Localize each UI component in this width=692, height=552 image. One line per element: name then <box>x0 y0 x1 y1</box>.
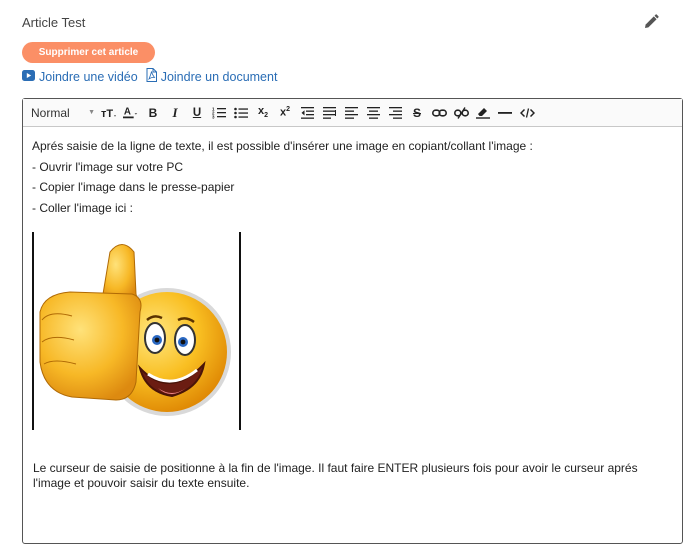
video-icon <box>22 69 35 84</box>
align-right-icon[interactable] <box>387 105 403 121</box>
align-left-icon[interactable] <box>343 105 359 121</box>
svg-text:тT: тT <box>101 108 113 120</box>
underline-icon[interactable]: U <box>189 105 205 121</box>
link-icon[interactable] <box>431 105 447 121</box>
justify-icon[interactable] <box>321 105 337 121</box>
content-line: - Ouvrir l'image sur votre PC <box>32 159 183 174</box>
edit-pencil-icon[interactable] <box>642 13 660 31</box>
ordered-list-icon[interactable]: 123 <box>211 105 227 121</box>
attach-document-link[interactable]: Joindre un document <box>146 68 278 85</box>
attach-document-label: Joindre un document <box>160 69 278 84</box>
content-line: - Copier l'image dans le presse-papier <box>32 180 235 194</box>
text-color-icon[interactable]: A <box>123 105 139 121</box>
pdf-icon <box>146 68 157 85</box>
strikethrough-icon[interactable]: S <box>409 105 425 121</box>
rich-text-editor: Normal ▼ тT A B I U 123 x2 x2 S Aprés sa… <box>22 98 683 544</box>
italic-icon[interactable]: I <box>167 105 183 121</box>
paragraph-format-value: Normal <box>31 105 70 120</box>
attach-video-link[interactable]: Joindre une vidéo <box>22 69 138 84</box>
article-title: Article Test <box>22 15 86 30</box>
pasted-image-thumbs-up-smiley[interactable] <box>32 232 241 430</box>
align-center-icon[interactable] <box>365 105 381 121</box>
unlink-icon[interactable] <box>453 105 469 121</box>
content-line: Aprés saisie de la ligne de texte, il es… <box>32 139 533 153</box>
bold-icon[interactable]: B <box>145 105 161 121</box>
code-view-icon[interactable] <box>519 105 535 121</box>
editor-content[interactable]: Aprés saisie de la ligne de texte, il es… <box>23 127 682 490</box>
subscript-icon[interactable]: x2 <box>255 105 271 121</box>
clear-format-icon[interactable] <box>475 105 491 121</box>
svg-text:A: A <box>124 107 131 118</box>
content-line: - Coller l'image ici : <box>32 200 133 215</box>
outdent-icon[interactable] <box>299 105 315 121</box>
bullet-list-icon[interactable] <box>233 105 249 121</box>
paragraph-format-select[interactable]: Normal ▼ <box>31 106 101 120</box>
chevron-down-icon: ▼ <box>88 109 95 116</box>
content-footer-text: Le curseur de saisie de positionne à la … <box>33 461 638 490</box>
horizontal-rule-icon[interactable] <box>497 105 513 121</box>
svg-text:3: 3 <box>212 115 215 120</box>
font-size-icon[interactable]: тT <box>101 105 117 121</box>
delete-article-button[interactable]: Supprimer cet article <box>22 42 155 63</box>
editor-toolbar: Normal ▼ тT A B I U 123 x2 x2 S <box>23 99 682 127</box>
superscript-icon[interactable]: x2 <box>277 105 293 121</box>
attach-video-label: Joindre une vidéo <box>39 69 138 84</box>
